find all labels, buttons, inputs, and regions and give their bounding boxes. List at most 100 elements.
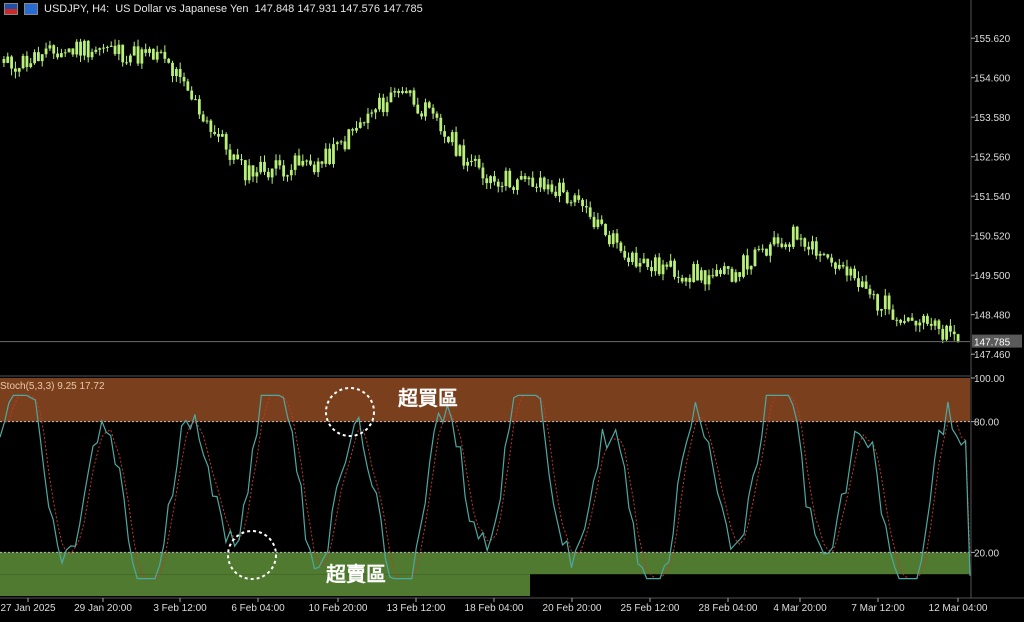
- oversold-band: [0, 552, 970, 575]
- candle-body: [791, 226, 795, 247]
- price-tick-label: 150.520: [974, 232, 1011, 243]
- candle-body: [715, 269, 719, 277]
- candle-body: [876, 294, 880, 311]
- candle-body: [416, 104, 420, 114]
- candle-body: [10, 56, 13, 69]
- candle-body: [163, 51, 167, 59]
- candle-body: [807, 246, 811, 250]
- chart-canvas[interactable]: Stoch(5,3,3) 9.25 17.72 超買區超賣區 147.785 155…: [0, 0, 1024, 617]
- ohlc-values: 147.848 147.931 147.576 147.785: [254, 3, 423, 15]
- candle-body: [174, 69, 178, 77]
- candle-body: [197, 99, 201, 115]
- candle-body: [362, 122, 366, 124]
- axes: 147.785 155.620 154.600 153.580 152.560 151.5…: [0, 0, 1024, 614]
- candle-body: [926, 315, 929, 324]
- candle-body: [86, 40, 90, 58]
- candle-body: [830, 257, 834, 263]
- candle-body: [887, 295, 891, 310]
- candle-body: [286, 175, 289, 177]
- candle-body: [489, 176, 492, 184]
- candle-body: [427, 102, 431, 108]
- symbol-icon[interactable]: [24, 3, 38, 15]
- time-tick-label: 12 Mar 04:00: [929, 603, 988, 614]
- flag-icon[interactable]: [4, 3, 18, 15]
- candle-body: [309, 160, 312, 165]
- candle-body: [765, 248, 768, 256]
- candle-body: [818, 253, 822, 256]
- candle-body: [768, 244, 772, 256]
- candle-body: [255, 172, 259, 177]
- candle-body: [569, 202, 573, 204]
- time-tick-label: 20 Feb 20:00: [543, 603, 602, 614]
- indicator-pane: Stoch(5,3,3) 9.25 17.72 超買區超賣區: [0, 378, 971, 596]
- candle-body: [619, 242, 623, 252]
- candle-body: [293, 155, 297, 170]
- candle-body: [401, 91, 404, 93]
- candle-body: [493, 176, 496, 182]
- candle-body: [297, 155, 301, 166]
- candle-body: [125, 62, 128, 64]
- candle-body: [615, 233, 619, 243]
- candle-body: [914, 320, 918, 326]
- candle-body: [397, 91, 401, 93]
- candle-body: [623, 251, 627, 258]
- candle-body: [389, 92, 393, 103]
- candle-body: [734, 272, 738, 282]
- candle-body: [653, 257, 657, 272]
- candle-body: [67, 48, 71, 53]
- candle-body: [148, 48, 151, 53]
- candle-body: [266, 171, 270, 178]
- candle-body: [48, 45, 52, 49]
- candle-body: [688, 278, 692, 283]
- candle-body: [722, 266, 726, 274]
- candle-body: [906, 317, 910, 322]
- candle-body: [519, 176, 523, 180]
- candle-body: [343, 141, 347, 150]
- chart-window[interactable]: Stoch(5,3,3) 9.25 17.72 超買區 超賣區 147.785 155…: [0, 0, 1024, 617]
- candle-body: [236, 154, 240, 160]
- candle-body: [121, 44, 125, 63]
- time-tick-label: 25 Feb 12:00: [621, 603, 680, 614]
- candle-body: [90, 51, 94, 58]
- candle-body: [719, 269, 722, 274]
- candle-body: [25, 55, 29, 67]
- current-price-text: 147.785: [974, 338, 1011, 349]
- candle-body: [845, 266, 849, 276]
- candle-body: [435, 113, 439, 118]
- candle-body: [780, 243, 784, 248]
- candle-body: [692, 264, 696, 283]
- candle-body: [2, 59, 6, 63]
- candle-body: [696, 264, 699, 281]
- candle-body: [37, 52, 40, 62]
- candle-body: [611, 233, 615, 245]
- candle-body: [450, 132, 454, 143]
- candle-body: [355, 127, 358, 131]
- candle-body: [546, 184, 550, 190]
- candle-body: [795, 226, 799, 240]
- candle-body: [33, 52, 36, 64]
- candle-body: [289, 169, 293, 176]
- candle-body: [945, 325, 948, 340]
- candle-body: [205, 120, 209, 122]
- candle-body: [167, 58, 171, 63]
- chart-header: USDJPY, H4: US Dollar vs Japanese Yen 14…: [4, 2, 423, 16]
- candle-body: [339, 141, 343, 143]
- candle-body: [56, 53, 59, 58]
- candle-body: [646, 258, 650, 268]
- candle-body: [132, 46, 136, 56]
- candle-body: [98, 48, 102, 50]
- indicator-tick-label: 100.00: [974, 374, 1005, 385]
- candle-body: [650, 267, 653, 272]
- candle-body: [834, 262, 837, 269]
- candle-body: [454, 132, 458, 156]
- candle-body: [730, 268, 734, 282]
- candle-body: [849, 268, 853, 276]
- candle-body: [201, 114, 205, 122]
- candle-body: [312, 164, 316, 173]
- candle-body: [408, 90, 412, 94]
- candle-body: [665, 264, 669, 267]
- candle-body: [481, 167, 485, 179]
- candle-body: [600, 219, 604, 224]
- candle-body: [259, 161, 263, 173]
- candle-body: [217, 133, 220, 137]
